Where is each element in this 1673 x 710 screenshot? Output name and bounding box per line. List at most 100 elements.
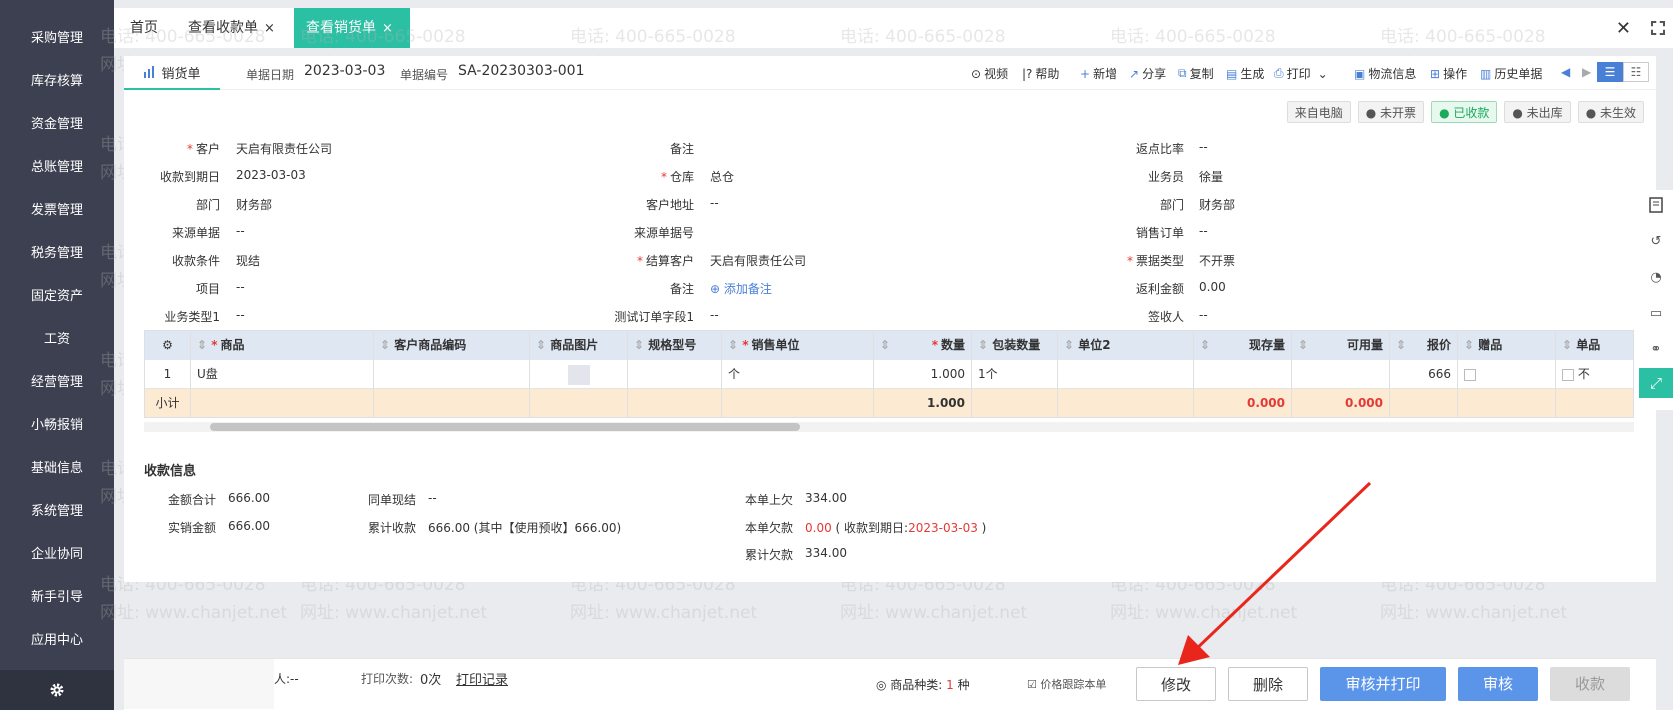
sidebar-item-apps[interactable]: 应用中心 <box>0 619 114 662</box>
owe-side-icon[interactable]: ◔ <box>1639 262 1673 292</box>
salesman-value[interactable]: 徐量 <box>1199 168 1223 185</box>
sidebar-item-purchase[interactable]: 采购管理 <box>0 17 114 60</box>
sidebar-item-invoice[interactable]: 发票管理 <box>0 189 114 232</box>
scrollbar-thumb[interactable] <box>210 423 800 431</box>
sidebar-item-system[interactable]: 系统管理 <box>0 490 114 533</box>
row-gift[interactable] <box>1458 360 1556 389</box>
operate-button[interactable]: ⊞ 操作 <box>1430 65 1467 82</box>
close-window-icon[interactable]: ✕ <box>1616 18 1631 39</box>
close-icon[interactable]: × <box>264 21 275 36</box>
sidebar-item-inventory[interactable]: 库存核算 <box>0 60 114 103</box>
notes-icon[interactable] <box>1639 190 1673 220</box>
sidebar-item-expense[interactable]: 小畅报销 <box>0 404 114 447</box>
col-product[interactable]: ⇕ * 商品 <box>191 331 374 360</box>
generate-button[interactable]: ▤ 生成 <box>1226 65 1264 82</box>
tab-sales-doc[interactable]: 查看销货单 × <box>294 8 410 48</box>
row-price[interactable]: 666 <box>1390 360 1458 389</box>
invoice-type-value[interactable]: 不开票 <box>1199 252 1235 269</box>
video-button[interactable]: ⊙ 视频 <box>971 65 1008 82</box>
col-price[interactable]: ⇕ 报价 <box>1390 331 1458 360</box>
card-view-icon[interactable]: ☷ <box>1623 62 1649 82</box>
testfield-value[interactable]: -- <box>710 308 719 322</box>
row-image[interactable] <box>530 360 628 389</box>
voucher-side-icon[interactable]: ▭ <box>1639 298 1673 328</box>
history-button[interactable]: ▥ 历史单据 <box>1480 65 1542 82</box>
grid-settings-icon[interactable]: ⚙ <box>145 331 191 360</box>
warehouse-value[interactable]: 总仓 <box>710 168 734 185</box>
row-unit2[interactable] <box>1058 360 1194 389</box>
col-gift[interactable]: ⇕ 赠品 <box>1458 331 1556 360</box>
rebate-amount-value[interactable]: 0.00 <box>1199 280 1226 294</box>
row-qty[interactable]: 1.000 <box>874 360 972 389</box>
sidebar-item-funds[interactable]: 资金管理 <box>0 103 114 146</box>
row-product[interactable]: U盘 <box>191 360 374 389</box>
project-value[interactable]: -- <box>236 280 245 294</box>
doc-type-tab[interactable]: 销货单 <box>124 56 220 90</box>
close-icon[interactable]: × <box>382 21 393 36</box>
address-value[interactable]: -- <box>710 196 719 210</box>
link-icon[interactable]: ⚭ <box>1639 334 1673 364</box>
col-stock[interactable]: ⇕ 现存量 <box>1194 331 1292 360</box>
share-button[interactable]: ↗ 分享 <box>1129 65 1166 82</box>
chevron-down-icon[interactable]: ⌄ <box>1318 67 1328 81</box>
col-unit2[interactable]: ⇕ 单位2 <box>1058 331 1194 360</box>
tab-home[interactable]: 首页 <box>118 8 170 48</box>
print-button[interactable]: ⎙ 打印 ⌄ <box>1274 65 1328 82</box>
sidebar-item-collab[interactable]: 企业协同 <box>0 533 114 576</box>
new-button[interactable]: + 新增 <box>1080 65 1117 82</box>
settings-button[interactable] <box>0 670 114 710</box>
copy-button[interactable]: ⧉ 复制 <box>1178 65 1214 82</box>
collect-button[interactable]: 收款 <box>1550 667 1630 701</box>
customer-value[interactable]: 天启有限责任公司 <box>236 140 332 157</box>
sidebar-item-payroll[interactable]: 工资 <box>0 318 114 361</box>
row-cust-code[interactable] <box>374 360 530 389</box>
sidebar-item-tax[interactable]: 税务管理 <box>0 232 114 275</box>
settle-customer-value[interactable]: 天启有限责任公司 <box>710 252 806 269</box>
dept2-value[interactable]: 财务部 <box>1199 196 1235 213</box>
sidebar-item-guide[interactable]: 新手引导 <box>0 576 114 619</box>
row-spec[interactable] <box>628 360 722 389</box>
add-remark-link[interactable]: ⊕ 添加备注 <box>710 280 772 297</box>
col-available[interactable]: ⇕ 可用量 <box>1292 331 1390 360</box>
col-unit[interactable]: ⇕ * 销售单位 <box>722 331 874 360</box>
delete-button[interactable]: 删除 <box>1228 667 1308 701</box>
dept-value[interactable]: 财务部 <box>236 196 272 213</box>
rebate-ratio-value[interactable]: -- <box>1199 140 1208 154</box>
horizontal-scrollbar[interactable] <box>144 422 1634 432</box>
sidebar-item-ledger[interactable]: 总账管理 <box>0 146 114 189</box>
history-side-icon[interactable]: ↺ <box>1639 226 1673 256</box>
gift-checkbox[interactable] <box>1464 368 1476 381</box>
tab-receipt[interactable]: 查看收款单 × <box>176 8 287 48</box>
logistics-button[interactable]: ▣ 物流信息 <box>1354 65 1416 82</box>
col-image[interactable]: ⇕ 商品图片 <box>530 331 628 360</box>
sidebar-item-assets[interactable]: 固定资产 <box>0 275 114 318</box>
col-cust-code[interactable]: ⇕ 客户商品编码 <box>374 331 530 360</box>
help-button[interactable]: |? 帮助 <box>1022 65 1059 82</box>
price-track-checkbox[interactable]: ☑ 价格跟踪本单 <box>1027 676 1106 692</box>
biztype1-value[interactable]: -- <box>236 308 245 322</box>
subtotal-available: 0.000 <box>1292 389 1390 417</box>
edit-button[interactable]: 修改 <box>1136 667 1216 701</box>
audit-print-button[interactable]: 审核并打印 <box>1320 667 1446 701</box>
next-arrow-icon[interactable]: ▶ <box>1582 65 1591 79</box>
print-record-link[interactable]: 打印记录 <box>456 669 508 688</box>
signer-value[interactable]: -- <box>1199 308 1208 322</box>
audit-button[interactable]: 审核 <box>1458 667 1538 701</box>
sidebar-item-basic-info[interactable]: 基础信息 <box>0 447 114 490</box>
prev-arrow-icon[interactable]: ◀ <box>1561 65 1570 79</box>
due-date-value[interactable]: 2023-03-03 <box>236 168 306 182</box>
table-row[interactable]: 1 U盘 个 1.000 1个 666 不 <box>145 360 1633 389</box>
col-qty[interactable]: ⇕ * 数量 <box>874 331 972 360</box>
col-single[interactable]: ⇕ 单品 <box>1556 331 1633 360</box>
list-view-icon[interactable]: ☰ <box>1597 62 1623 82</box>
sidebar-item-business[interactable]: 经营管理 <box>0 361 114 404</box>
expand-icon[interactable]: ⤢ <box>1639 368 1673 398</box>
col-pack[interactable]: ⇕ 包装数量 <box>972 331 1058 360</box>
single-checkbox[interactable] <box>1562 368 1574 381</box>
fullscreen-icon[interactable] <box>1651 21 1665 35</box>
row-unit[interactable]: 个 <box>722 360 874 389</box>
col-spec[interactable]: ⇕ 规格型号 <box>628 331 722 360</box>
row-pack[interactable]: 1个 <box>972 360 1058 389</box>
terms-value[interactable]: 现结 <box>236 252 260 269</box>
row-single[interactable]: 不 <box>1556 360 1633 389</box>
